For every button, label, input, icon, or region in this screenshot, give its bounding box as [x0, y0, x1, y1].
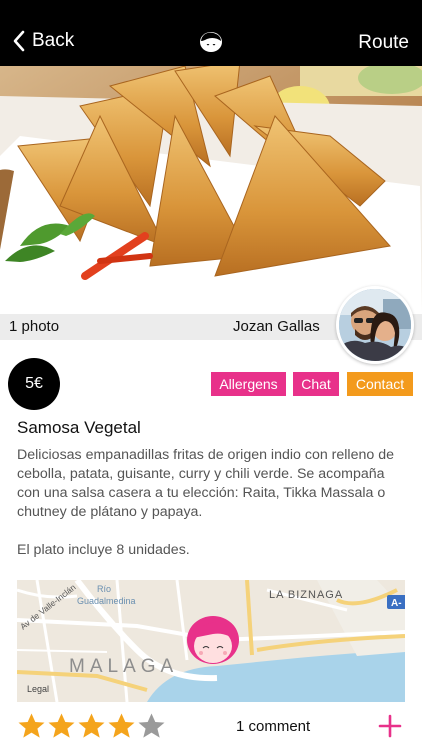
map-label-highway: A-	[391, 598, 402, 609]
chevron-left-icon	[13, 30, 25, 52]
nav-bar: Back Route	[0, 0, 422, 66]
map-label-district: LA BIZNAGA	[269, 589, 343, 601]
route-button[interactable]: Route	[358, 32, 409, 54]
dish-description: Deliciosas empanadillas fritas de origen…	[17, 446, 409, 560]
map-label-city: MALAGA	[69, 656, 178, 677]
price-badge: 5€	[8, 358, 60, 410]
comments-link[interactable]: 1 comment	[236, 718, 310, 735]
map-label-rio: Río	[97, 584, 111, 594]
star-rating[interactable]	[17, 712, 166, 740]
back-button[interactable]: Back	[12, 30, 74, 52]
dish-photo[interactable]	[0, 66, 422, 314]
map-label-guadalmedina: Guadalmedina	[77, 596, 136, 606]
dish-title: Samosa Vegetal	[17, 418, 141, 437]
star-filled-icon[interactable]	[77, 712, 106, 740]
location-map[interactable]: Río Guadalmedina Av de Valle-Inclán LA B…	[17, 580, 405, 702]
rating-footer: 1 comment	[0, 706, 422, 750]
allergens-button[interactable]: Allergens	[211, 372, 286, 396]
star-filled-icon[interactable]	[107, 712, 136, 740]
back-label: Back	[32, 30, 75, 51]
map-legal-link[interactable]: Legal	[27, 684, 49, 694]
app-logo-icon	[200, 32, 222, 52]
description-text: Deliciosas empanadillas fritas de origen…	[17, 447, 394, 520]
star-empty-icon[interactable]	[137, 712, 166, 740]
description-note: El plato incluye 8 unidades.	[17, 542, 190, 558]
chat-button[interactable]: Chat	[293, 372, 339, 396]
author-name[interactable]: Jozan Gallas	[233, 318, 320, 335]
contact-button[interactable]: Contact	[347, 372, 413, 396]
add-comment-plus-icon[interactable]	[378, 714, 402, 738]
star-filled-icon[interactable]	[17, 712, 46, 740]
map-pin-icon[interactable]	[187, 616, 239, 664]
star-filled-icon[interactable]	[47, 712, 76, 740]
author-avatar[interactable]	[336, 286, 414, 364]
photo-count[interactable]: 1 photo	[9, 318, 59, 335]
